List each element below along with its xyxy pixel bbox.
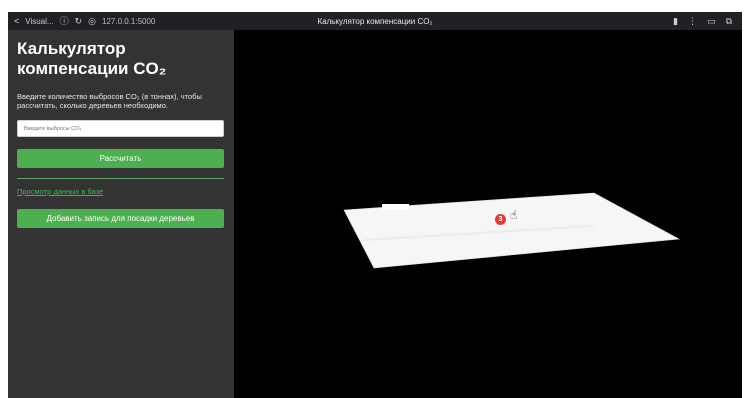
- emissions-input[interactable]: Введите выбросы CO₂: [17, 120, 224, 137]
- address-bar[interactable]: 127.0.0.1:5000: [102, 17, 155, 26]
- 3d-scene: [343, 192, 681, 269]
- tab-label[interactable]: Visual...: [25, 17, 53, 26]
- back-arrow-icon[interactable]: <: [14, 16, 19, 26]
- menu-dots-icon[interactable]: ⋮: [688, 16, 697, 26]
- add-tree-record-button[interactable]: Добавить запись для посадки деревьев: [17, 209, 224, 228]
- notification-badge: 3: [495, 214, 506, 225]
- control-panel: Калькулятор компенсации CO₂ Введите коли…: [8, 30, 234, 398]
- browser-nav: < Visual... ⓘ ↻ ◎ 127.0.0.1:5000: [8, 16, 155, 26]
- bookmark-icon[interactable]: ▮: [673, 16, 678, 26]
- browser-top-bar: < Visual... ⓘ ↻ ◎ 127.0.0.1:5000 Калькул…: [8, 12, 742, 30]
- reload-icon[interactable]: ↻: [75, 16, 83, 26]
- divider: [17, 178, 224, 179]
- browser-actions: ▮ ⋮ ▭ ⧉: [673, 16, 732, 26]
- app-frame: < Visual... ⓘ ↻ ◎ 127.0.0.1:5000 Калькул…: [8, 12, 742, 398]
- calculate-button[interactable]: Рассчитать: [17, 149, 224, 168]
- extension-icon[interactable]: ⧉: [726, 16, 732, 26]
- instructions-text: Введите количество выбросов CO₂ (в тонна…: [17, 92, 202, 110]
- battery-icon[interactable]: ▭: [707, 16, 716, 26]
- plane-tab-block: [382, 204, 409, 210]
- hand-cursor-icon: ☝: [510, 208, 518, 222]
- info-circle-icon[interactable]: ⓘ: [60, 16, 69, 26]
- 3d-canvas[interactable]: 3 ☝: [234, 30, 742, 398]
- page-title: Калькулятор компенсации CO₂: [17, 39, 167, 78]
- site-info-icon[interactable]: ◎: [88, 16, 96, 26]
- view-database-link[interactable]: Просмотр данных в базе: [17, 187, 103, 196]
